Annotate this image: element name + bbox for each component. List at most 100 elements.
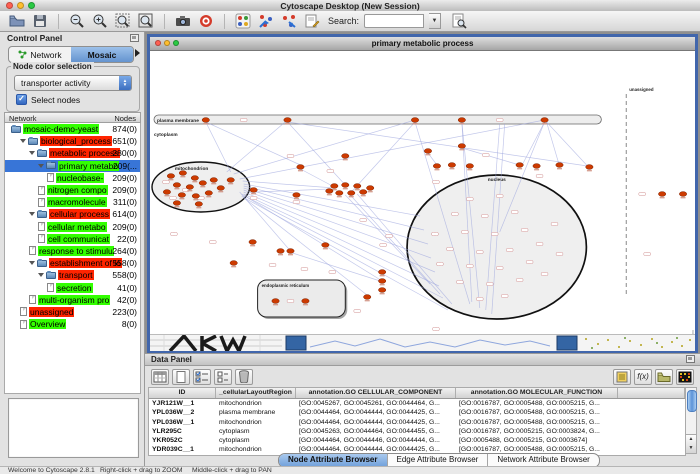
- network-node[interactable]: [217, 186, 224, 191]
- save-icon[interactable]: [31, 13, 49, 30]
- zoom-selected-icon[interactable]: [114, 13, 132, 30]
- table-cell[interactable]: YJR121W__1: [149, 399, 216, 408]
- table-cell[interactable]: [GO:0016787, GO:0005488, GO:0005215, G..…: [456, 418, 618, 427]
- node-color-dropdown[interactable]: transporter activity ▲▼: [14, 75, 132, 91]
- network-node[interactable]: [331, 184, 338, 189]
- table-cell[interactable]: [GO:0016787, GO:0005488, GO:0005215, G..…: [456, 399, 618, 408]
- table-cell[interactable]: [GO:0005488, GO:0005215, GO:0003674]: [456, 436, 618, 445]
- table-cell[interactable]: [GO:0045263, GO:0044464, GO:0044455, G..…: [296, 427, 456, 436]
- network-node[interactable]: [586, 165, 593, 170]
- network-node[interactable]: [302, 299, 309, 304]
- table-cell[interactable]: plasma membrane: [216, 408, 296, 417]
- network-node[interactable]: [424, 149, 431, 154]
- disclosure-triangle-icon[interactable]: [29, 212, 35, 216]
- tree-item-secretion[interactable]: secretion41(0): [5, 281, 140, 293]
- network-node[interactable]: [173, 183, 180, 188]
- table-row[interactable]: YPL036W__2plasma membrane[GO:0044464, GO…: [149, 408, 685, 417]
- network-node[interactable]: [378, 279, 385, 284]
- tree-item-overview[interactable]: Overview8(0): [5, 318, 140, 330]
- tree-item-metabolic-process[interactable]: metabolic process280(0): [5, 147, 140, 159]
- float-panel-icon[interactable]: [130, 34, 139, 42]
- network-node[interactable]: [378, 288, 385, 293]
- table-cell[interactable]: cytoplasm: [216, 427, 296, 436]
- select-nodes-checkbox[interactable]: ✓: [16, 94, 27, 105]
- disclosure-triangle-icon[interactable]: [20, 139, 26, 143]
- network-node[interactable]: [195, 202, 202, 207]
- table-cell[interactable]: [GO:0044464, GO:0044446, GO:0044444, G..…: [296, 436, 456, 445]
- network-node[interactable]: [227, 178, 234, 183]
- network-node[interactable]: [186, 185, 193, 190]
- network-node[interactable]: [287, 249, 294, 254]
- search-input[interactable]: [364, 14, 424, 28]
- view-window-titlebar[interactable]: primary metabolic process: [150, 37, 695, 51]
- network-node[interactable]: [348, 191, 355, 196]
- network-node[interactable]: [277, 249, 284, 254]
- vizmapper-icon[interactable]: [234, 13, 252, 30]
- birdseye-view[interactable]: [8, 398, 139, 458]
- network-node[interactable]: [364, 295, 371, 300]
- unselect-attributes-icon[interactable]: [214, 369, 232, 385]
- network-node[interactable]: [433, 164, 440, 169]
- tab-mosaic[interactable]: Mosaic: [71, 47, 133, 62]
- table-row[interactable]: YJR121W__1mitochondrion[GO:0045267, GO:0…: [149, 399, 685, 408]
- network-node[interactable]: [533, 164, 540, 169]
- table-cell[interactable]: YKR052C: [149, 436, 216, 445]
- network-canvas[interactable]: plasma membranecytoplasmmitochondrionnuc…: [150, 51, 695, 334]
- delete-attribute-icon[interactable]: [235, 369, 253, 385]
- snapshot-icon[interactable]: [174, 13, 192, 30]
- network-node[interactable]: [230, 261, 237, 266]
- table-row[interactable]: YPL036W__1mitochondrion[GO:0044464, GO:0…: [149, 418, 685, 427]
- formula-builder-icon[interactable]: f(x): [634, 369, 652, 385]
- help-icon[interactable]: [197, 13, 215, 30]
- network-node[interactable]: [297, 165, 304, 170]
- select-attributes-icon[interactable]: [193, 369, 211, 385]
- tree-item-multi-organism-pro[interactable]: multi-organism pro42(0): [5, 294, 140, 306]
- network-node[interactable]: [210, 178, 217, 183]
- network-node[interactable]: [163, 190, 170, 195]
- table-cell[interactable]: YPL036W__1: [149, 418, 216, 427]
- network-node[interactable]: [192, 194, 199, 199]
- tree-item-macromolecule[interactable]: macromolecule311(0): [5, 196, 140, 208]
- table-cell[interactable]: mitochondrion: [216, 399, 296, 408]
- network-node[interactable]: [541, 118, 548, 123]
- network-node[interactable]: [516, 163, 523, 168]
- network-node[interactable]: [272, 299, 279, 304]
- network-node[interactable]: [466, 164, 473, 169]
- table-cell[interactable]: YPL036W__2: [149, 408, 216, 417]
- tree-item-response-to-stimulu[interactable]: response to stimulu264(0): [5, 245, 140, 257]
- zoom-fit-icon[interactable]: [137, 13, 155, 30]
- table-cell[interactable]: [GO:0016787, GO:0005215, GO:0003824, G..…: [456, 427, 618, 436]
- table-cell[interactable]: [GO:0045267, GO:0045261, GO:0044464, G..…: [296, 399, 456, 408]
- tree-item-biological-process[interactable]: biological_process651(0): [5, 135, 140, 147]
- table-cell[interactable]: mitochondrion: [216, 418, 296, 427]
- table-cell[interactable]: cytoplasm: [216, 436, 296, 445]
- scrollbar-thumb[interactable]: [687, 390, 697, 412]
- tree-item-unassigned[interactable]: unassigned223(0): [5, 306, 140, 318]
- tree-item-transport[interactable]: transport558(0): [5, 269, 140, 281]
- network-node[interactable]: [202, 118, 209, 123]
- layout-icon[interactable]: [257, 13, 275, 30]
- table-cell[interactable]: [GO:0044464, GO:0044444, GO:0044425, G..…: [296, 408, 456, 417]
- column-header[interactable]: ID: [149, 388, 216, 398]
- disclosure-triangle-icon[interactable]: [29, 151, 35, 155]
- network-node[interactable]: [336, 191, 343, 196]
- network-node[interactable]: [199, 181, 206, 186]
- network-view-window[interactable]: primary metabolic process plasma membran…: [147, 34, 698, 353]
- network-node[interactable]: [458, 118, 465, 123]
- annotation-icon[interactable]: [303, 13, 321, 30]
- network-node[interactable]: [173, 201, 180, 206]
- network-node[interactable]: [284, 118, 291, 123]
- advanced-search-icon[interactable]: [450, 13, 468, 30]
- network-node[interactable]: [250, 188, 257, 193]
- tree-header[interactable]: Network Nodes: [4, 112, 141, 123]
- zoom-out-icon[interactable]: [68, 13, 86, 30]
- table-cell[interactable]: [GO:0044464, GO:0044444, GO:0044425, G..…: [296, 418, 456, 427]
- network-node[interactable]: [178, 193, 185, 198]
- column-header[interactable]: annotation.GO MOLECULAR_FUNCTION: [456, 388, 618, 398]
- network-node[interactable]: [556, 163, 563, 168]
- network-graph[interactable]: plasma membranecytoplasmmitochondrionnuc…: [150, 51, 695, 334]
- tree-item-mosaic-demo-yeast[interactable]: mosaic-demo-yeast874(0): [5, 123, 140, 135]
- network-node[interactable]: [249, 240, 256, 245]
- network-node[interactable]: [326, 189, 333, 194]
- network-node[interactable]: [378, 270, 385, 275]
